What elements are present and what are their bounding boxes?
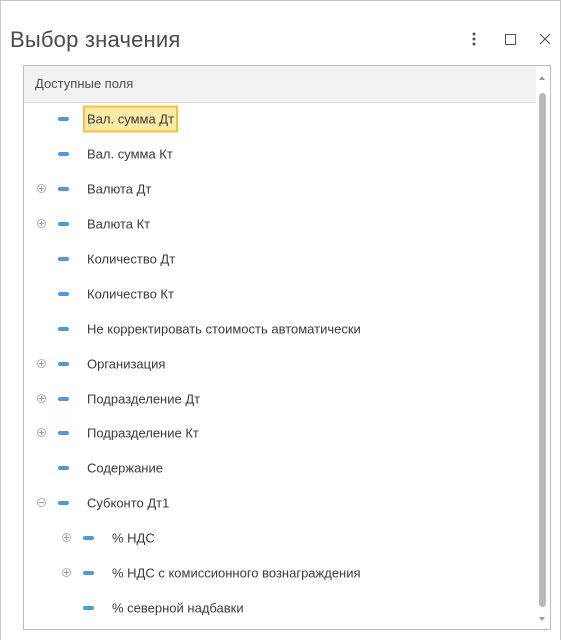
field-icon <box>83 605 94 610</box>
field-icon <box>58 257 69 261</box>
tree-row-label: % северной надбавки <box>112 600 244 616</box>
expand-icon[interactable] <box>37 393 46 403</box>
available-fields-tree[interactable]: Доступные поля Вал. сумма Дт Вал. сумма К… <box>23 65 551 630</box>
field-icon <box>58 361 69 366</box>
close-button[interactable] <box>533 27 557 51</box>
field-icon <box>58 291 69 296</box>
field-icon <box>58 501 69 506</box>
field-icon <box>58 466 69 471</box>
tree-row-label: Валюта Дт <box>87 181 152 197</box>
tree-row-label: Субконто Дт1 <box>87 495 170 511</box>
tree-row-label: Вал. сумма Дт <box>83 105 179 133</box>
tree-row[interactable]: Субконто Дт1 <box>24 486 536 521</box>
field-icon <box>58 431 69 436</box>
tree-row-label: Количество Дт <box>87 251 176 267</box>
tree-row[interactable]: % НДС с комиссионного вознаграждения <box>24 556 536 591</box>
tree-row-label: Содержание <box>87 460 163 476</box>
more-button[interactable] <box>462 27 486 51</box>
tree-row[interactable]: Вал. сумма Дт <box>24 102 536 137</box>
tree-row-label: Не корректировать стоимость автоматическ… <box>87 321 361 337</box>
scroll-up-icon[interactable] <box>539 76 545 80</box>
scroll-thumb[interactable] <box>539 93 546 607</box>
field-icon <box>58 222 69 227</box>
expand-icon[interactable] <box>37 184 46 194</box>
maximize-icon <box>504 33 516 45</box>
expand-icon[interactable] <box>62 533 71 543</box>
tree-row-label: Организация <box>87 356 166 372</box>
field-icon <box>58 396 69 401</box>
tree-row[interactable]: Организация <box>24 346 536 381</box>
expand-icon[interactable] <box>62 568 71 578</box>
field-icon <box>83 536 94 541</box>
tree-header: Доступные поля <box>24 66 550 103</box>
tree-row-label: Количество Кт <box>87 286 174 302</box>
close-icon <box>539 33 551 45</box>
tree-row-label: % НДС <box>112 530 155 546</box>
scroll-down-icon[interactable] <box>539 617 545 621</box>
vertical-scrollbar[interactable] <box>536 66 550 629</box>
tree-row-label: Вал. сумма Кт <box>87 146 173 162</box>
expand-icon[interactable] <box>37 428 46 438</box>
maximize-button[interactable] <box>498 27 522 51</box>
tree-row-label: Подразделение Кт <box>87 425 199 441</box>
field-icon <box>58 152 69 157</box>
field-icon <box>58 326 69 331</box>
tree-row[interactable]: Подразделение Кт <box>24 416 536 451</box>
window-title: Выбор значения <box>10 27 181 52</box>
tree-row[interactable]: Подразделение Дт <box>24 381 536 416</box>
field-icon <box>58 187 69 192</box>
tree-row-label: Валюта Кт <box>87 216 151 232</box>
field-icon <box>58 117 69 122</box>
tree-row[interactable]: Валюта Кт <box>24 207 536 242</box>
tree-row[interactable]: Вал. сумма Кт <box>24 137 536 172</box>
expand-icon[interactable] <box>37 358 46 368</box>
value-selection-window: Выбор значения Доступные поля Вал. сумма… <box>0 0 561 640</box>
tree-row[interactable]: % НДС <box>24 521 536 556</box>
tree-row[interactable]: Не корректировать стоимость автоматическ… <box>24 311 536 346</box>
tree-row[interactable]: Количество Дт <box>24 242 536 277</box>
tree-row-label: Подразделение Дт <box>87 391 201 407</box>
tree-row[interactable]: Валюта Дт <box>24 172 536 207</box>
tree-rows: Вал. сумма Дт Вал. сумма Кт Валюта Дт Валют… <box>24 102 536 625</box>
collapse-icon[interactable] <box>37 498 46 508</box>
tree-row[interactable]: Количество Кт <box>24 276 536 311</box>
tree-row[interactable]: % северной надбавки <box>24 590 536 625</box>
more-vertical-icon <box>472 32 476 46</box>
expand-icon[interactable] <box>37 219 46 229</box>
tree-row[interactable]: Содержание <box>24 451 536 486</box>
tree-row-label: % НДС с комиссионного вознаграждения <box>112 565 361 581</box>
field-icon <box>83 571 94 576</box>
